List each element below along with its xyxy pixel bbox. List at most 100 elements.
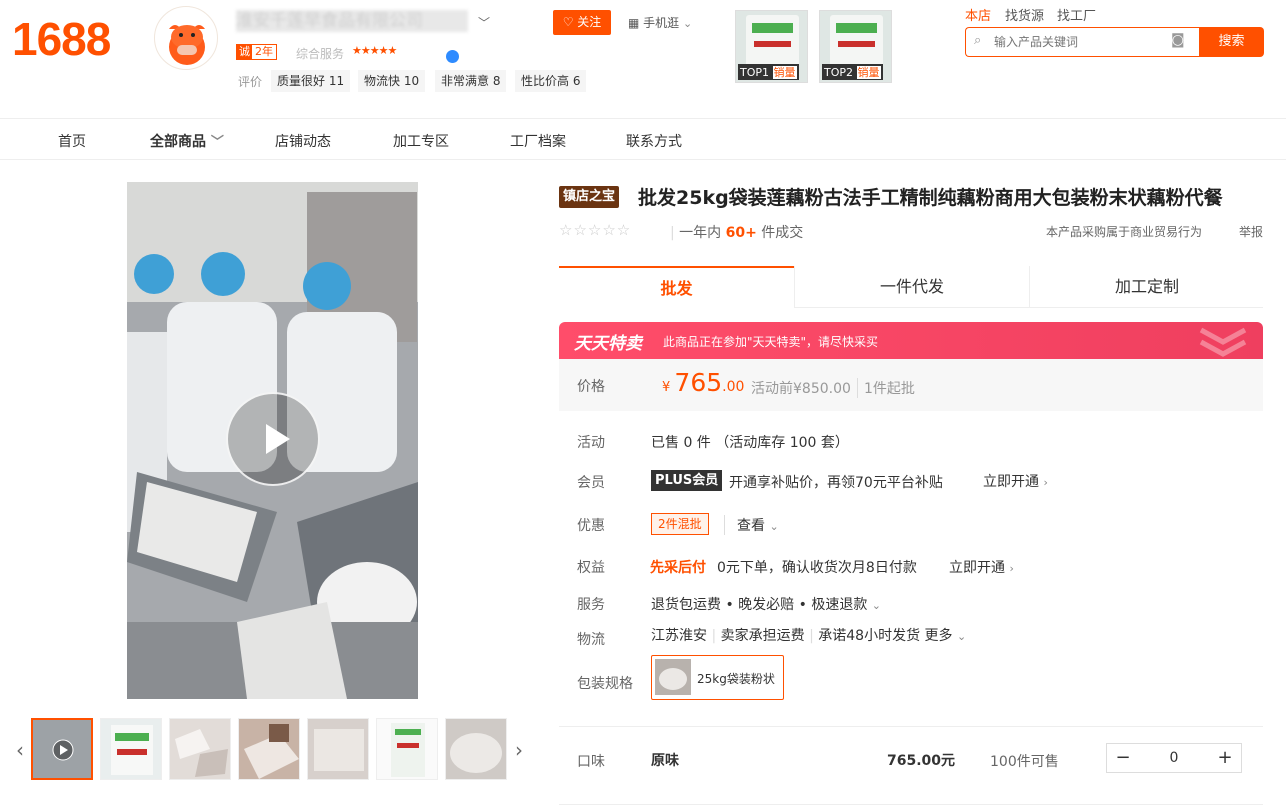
nav-home[interactable]: 首页 xyxy=(58,131,86,151)
divider xyxy=(559,804,1263,805)
flavor-value: 原味 xyxy=(651,753,679,769)
ship-promise: 承诺48小时发货 xyxy=(818,628,921,644)
bag-thumb-image xyxy=(101,719,161,779)
tab-custom[interactable]: 加工定制 xyxy=(1029,266,1264,308)
quantity-input[interactable] xyxy=(1141,747,1207,769)
thumb-image[interactable] xyxy=(169,718,231,780)
service-value[interactable]: 退货包运费 • 晚发必赔 • 极速退款 ⌄ xyxy=(651,594,881,614)
flavor-label: 口味 xyxy=(577,754,605,770)
minus-button[interactable]: − xyxy=(1107,744,1139,772)
thumb-video[interactable] xyxy=(31,718,93,780)
service-text: 退货包运费 • 晚发必赔 • 极速退款 xyxy=(651,597,868,613)
rights-open-link[interactable]: 立即开通 › xyxy=(949,557,1014,577)
powder-thumb-image xyxy=(170,719,230,779)
search-tab-source[interactable]: 找货源 xyxy=(1005,5,1044,24)
thumb-image[interactable] xyxy=(238,718,300,780)
discount-label: 优惠 xyxy=(577,518,605,534)
cheng-label: 诚 xyxy=(237,45,252,59)
powder-image xyxy=(655,659,691,695)
rank-text: TOP2 xyxy=(824,66,854,79)
search-box: ⌕ ◙ xyxy=(965,27,1200,57)
thumb-image[interactable] xyxy=(376,718,438,780)
divider: | xyxy=(670,225,675,241)
business-note: 本产品采购属于商业贸易行为 xyxy=(1046,225,1203,239)
site-logo[interactable]: 1688 xyxy=(12,12,111,66)
nav-contact[interactable]: 联系方式 xyxy=(626,131,682,151)
min-order: 1件起批 xyxy=(857,378,915,398)
price-integer: 765 xyxy=(674,368,723,397)
eval-tag: 性比价高 6 xyxy=(515,70,587,92)
nav-processing[interactable]: 加工专区 xyxy=(393,131,449,151)
search-tab-shop[interactable]: 本店 xyxy=(965,5,991,24)
pay-later-badge: 先采后付 xyxy=(650,560,706,576)
chevron-down-icon[interactable]: ﹀ xyxy=(478,14,490,31)
service-label: 服务 xyxy=(577,597,605,613)
follow-label: 关注 xyxy=(577,15,602,29)
thumb-image[interactable] xyxy=(307,718,369,780)
search-icon: ⌕ xyxy=(974,33,982,48)
nav-shop-news[interactable]: 店铺动态 xyxy=(275,131,331,151)
report-link[interactable]: 举报 xyxy=(1239,223,1263,240)
price-decimal: .00 xyxy=(722,379,745,395)
eval-tag: 非常满意 8 xyxy=(435,70,507,92)
sold-prefix: 一年内 xyxy=(679,225,722,241)
rights-label: 权益 xyxy=(577,560,605,576)
logistics-value[interactable]: 江苏淮安 | 卖家承担运费 | 承诺48小时发货 更多 ⌄ xyxy=(651,625,966,645)
top-product-2[interactable]: TOP2 销量 xyxy=(819,10,892,83)
search-input[interactable] xyxy=(994,33,1164,51)
member-label: 会员 xyxy=(577,475,605,491)
cow-mascot-icon xyxy=(169,25,205,65)
eval-tag: 物流快 10 xyxy=(358,70,426,92)
chevron-right-icon: › xyxy=(1009,562,1014,575)
search-button[interactable]: 搜索 xyxy=(1199,27,1264,57)
tab-dropship[interactable]: 一件代发 xyxy=(794,266,1029,308)
eval-tag: 质量很好 11 xyxy=(271,70,351,92)
activity-value: 已售 0 件 （活动库存 100 套） xyxy=(651,435,849,451)
thumb-prev-arrow[interactable]: ‹ xyxy=(16,738,24,762)
plus-button[interactable]: + xyxy=(1209,744,1241,772)
info-icon[interactable] xyxy=(446,50,459,63)
search-tab-factory[interactable]: 找工厂 xyxy=(1057,5,1096,24)
shop-name[interactable]: 淮安千莲早食品有限公司 xyxy=(236,10,468,32)
thumb-image[interactable] xyxy=(445,718,507,780)
shop-years-badge: 诚 2年 xyxy=(236,44,277,60)
more-label: 更多 xyxy=(924,628,953,644)
open-link-label: 立即开通 xyxy=(949,560,1005,576)
top-product-1[interactable]: TOP1 销量 xyxy=(735,10,808,83)
package-thumb xyxy=(655,659,691,695)
rank-type: 销量 xyxy=(772,66,797,79)
product-title: 批发25kg袋装莲藕粉古法手工精制纯藕粉商用大包装粉末状藕粉代餐 xyxy=(638,187,1223,209)
activity-label: 活动 xyxy=(577,435,605,451)
sold-count: 60+ xyxy=(725,225,757,241)
mix-batch-badge: 2件混批 xyxy=(651,513,709,535)
member-open-link[interactable]: 立即开通 › xyxy=(983,471,1048,491)
rank-type: 销量 xyxy=(856,66,881,79)
shop-avatar[interactable] xyxy=(154,6,218,70)
freight: 卖家承担运费 xyxy=(720,628,805,644)
play-icon xyxy=(266,424,290,454)
purchase-tabs: 批发 一件代发 加工定制 xyxy=(559,266,1263,308)
tab-wholesale[interactable]: 批发 xyxy=(559,266,794,308)
mobile-label: 手机逛 xyxy=(643,16,680,30)
service-score-label: 综合服务 xyxy=(296,47,345,61)
divider: | xyxy=(809,628,814,644)
package-option-label: 25kg袋装粉状 xyxy=(697,672,775,686)
follow-button[interactable]: ♡ 关注 xyxy=(553,10,611,35)
nav-all-products[interactable]: 全部商品 ﹀ xyxy=(150,131,224,151)
treasure-badge: 镇店之宝 xyxy=(559,186,620,208)
mobile-shop-link[interactable]: ▦ 手机逛 ⌄ xyxy=(628,14,692,31)
divider: | xyxy=(711,628,717,644)
nav-factory-profile[interactable]: 工厂档案 xyxy=(510,131,566,151)
service-stars: ★★★★★ xyxy=(352,44,397,57)
yearly-sales: | 一年内 60+ 件成交 xyxy=(670,222,803,242)
discount-view-link[interactable]: 查看 ⌄ xyxy=(724,515,779,535)
thumb-next-arrow[interactable]: › xyxy=(515,738,523,762)
play-button[interactable] xyxy=(226,392,320,486)
thumb-image[interactable] xyxy=(100,718,162,780)
video-thumb-image xyxy=(33,720,91,778)
camera-icon[interactable]: ◙ xyxy=(1171,32,1185,48)
tray-thumb-image xyxy=(308,719,368,779)
chevron-down-icon: ﹀ xyxy=(210,135,224,150)
origin: 江苏淮安 xyxy=(651,628,707,644)
sku-price: 765.00元 xyxy=(887,753,956,769)
